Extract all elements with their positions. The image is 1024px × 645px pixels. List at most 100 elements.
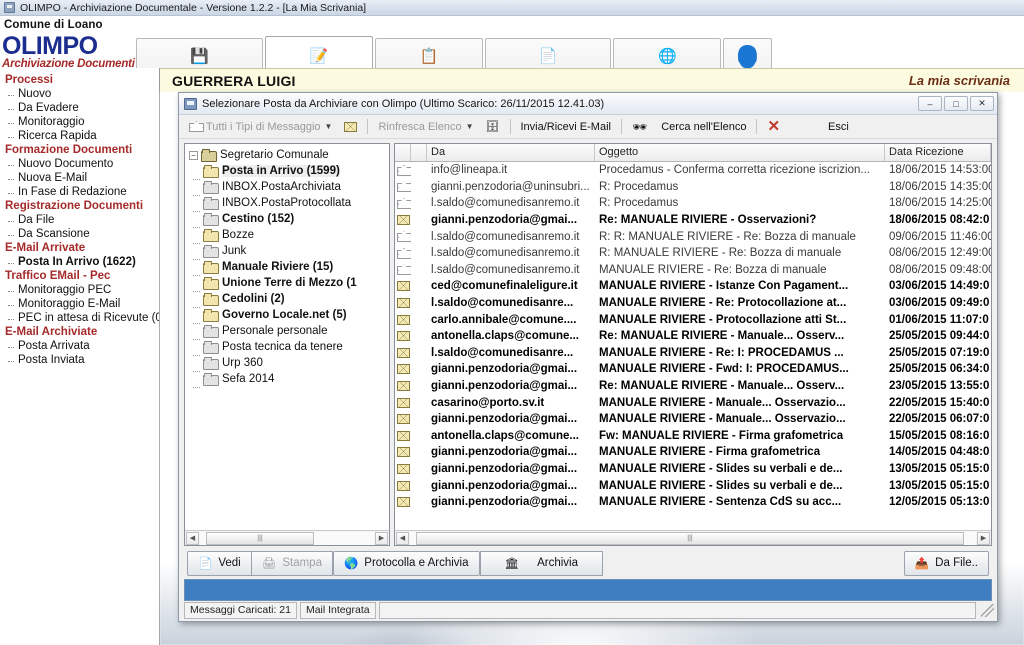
send-receive-button[interactable]: Invia/Ricevi E-Mail [515, 117, 617, 137]
hscroll-track[interactable]: ||| [410, 531, 976, 545]
sidebar-item-posta-in-arrivo[interactable]: Posta In Arrivo (1622) [4, 255, 159, 269]
from-file-button[interactable]: 📤 Da File.. [903, 550, 989, 576]
envelope-open-icon [396, 248, 411, 259]
sidebar-item-in-fase-di-redazione[interactable]: In Fase di Redazione [4, 185, 159, 199]
table-row[interactable]: casarino@porto.sv.it MANUALE RIVIERE - Ma… [395, 394, 991, 411]
hscroll-thumb[interactable]: ||| [206, 531, 314, 545]
sidebar-item-posta-inviata[interactable]: Posta Inviata [4, 353, 159, 367]
sidebar-item-monitoraggio-email[interactable]: Monitoraggio E-Mail [4, 297, 159, 311]
table-row[interactable]: l.saldo@comunedisanremo.it R: R: MANUALE … [395, 228, 991, 245]
dialog-toolbar: Tutti i Tipi di Messaggio ▼ Rinfresca El… [179, 115, 997, 139]
tree-node-posta-tecnica-da-tenere[interactable]: Posta tecnica da tenere [189, 339, 389, 356]
folder-tree-hscrollbar[interactable]: ◀ ||| ▶ [185, 530, 389, 545]
olimpo-logo: OLIMPO [2, 32, 98, 60]
search-in-list-button[interactable]: 🕶 Cerca nell'Elenco [626, 117, 753, 137]
table-row[interactable]: antonella.claps@comune... Re: MANUALE RIV… [395, 328, 991, 345]
tree-root-segretario-comunale[interactable]: − Segretario Comunale [189, 147, 389, 163]
cell-oggetto: MANUALE RIVIERE - Firma grafometrica [599, 446, 821, 459]
sidebar-item-da-evadere[interactable]: Da Evadere [4, 101, 159, 115]
tree-node-governo-locale-net[interactable]: Governo Locale.net (5) [189, 307, 389, 324]
exit-button[interactable]: ✕ Esci [761, 117, 854, 137]
sidebar-item-nuovo[interactable]: Nuovo [4, 87, 159, 101]
sidebar-item-da-scansione[interactable]: Da Scansione [4, 227, 159, 241]
unread-envelope-icon [395, 381, 411, 392]
sidebar-item-nuova-email[interactable]: Nuova E-Mail [4, 171, 159, 185]
unread-envelope-icon [395, 497, 411, 508]
table-row[interactable]: gianni.penzodoria@gmai... MANUALE RIVIERE… [395, 494, 991, 511]
cell-da: l.saldo@comunedisanre... [431, 297, 574, 310]
table-row[interactable]: l.saldo@comunedisanre... MANUALE RIVIERE … [395, 345, 991, 362]
scroll-right-arrow-icon[interactable]: ▶ [375, 531, 388, 545]
maximize-button[interactable]: □ [944, 96, 968, 111]
print-button[interactable]: 🖨 Stampa [251, 550, 333, 576]
table-row[interactable]: gianni.penzodoria@gmai... MANUALE RIVIERE… [395, 444, 991, 461]
table-row[interactable]: gianni.penzodoria@gmai... MANUALE RIVIERE… [395, 477, 991, 494]
message-list-hscrollbar[interactable]: ◀ ||| ▶ [395, 530, 991, 545]
root-folder-icon [201, 149, 217, 162]
scroll-left-arrow-icon[interactable]: ◀ [396, 531, 409, 545]
view-button[interactable]: 📄 Vedi [187, 550, 252, 576]
column-header-da[interactable]: Da [427, 144, 595, 161]
sidebar-item-monitoraggio-pec[interactable]: Monitoraggio PEC [4, 283, 159, 297]
tree-node-bozze[interactable]: Bozze [189, 227, 389, 244]
column-header-icon[interactable] [395, 144, 411, 161]
archive-button[interactable]: 🏛 Archivia [479, 550, 604, 576]
sidebar-item-ricerca-rapida[interactable]: Ricerca Rapida [4, 129, 159, 143]
tree-node-posta-in-arrivo[interactable]: Posta in Arrivo (1599) [189, 163, 389, 180]
hscroll-track[interactable]: ||| [200, 531, 374, 545]
tree-node-cedolini[interactable]: Cedolini (2) [189, 291, 389, 308]
table-row[interactable]: gianni.penzodoria@gmai... MANUALE RIVIERE… [395, 461, 991, 478]
close-button[interactable]: ✕ [970, 96, 994, 111]
table-row[interactable]: l.saldo@comunedisanremo.it MANUALE RIVIER… [395, 262, 991, 279]
table-row[interactable]: gianni.penzodoria@gmai... MANUALE RIVIERE… [395, 411, 991, 428]
minimize-button[interactable]: – [918, 96, 942, 111]
scroll-left-arrow-icon[interactable]: ◀ [186, 531, 199, 545]
sidebar-item-posta-arrivata[interactable]: Posta Arrivata [4, 339, 159, 353]
sidebar-item-pec-in-attesa[interactable]: PEC in attesa di Ricevute (0 [4, 311, 159, 325]
envelope-closed-icon [396, 463, 410, 474]
table-row[interactable]: gianni.penzodoria@gmai... Re: MANUALE RIV… [395, 378, 991, 395]
table-row[interactable]: info@lineapa.it Procedamus - Conferma cor… [395, 162, 991, 179]
table-row[interactable]: l.saldo@comunedisanremo.it R: Procedamus 1… [395, 195, 991, 212]
hscroll-thumb[interactable]: ||| [416, 531, 964, 545]
tree-node-inbox-postaprotocollata[interactable]: INBOX.PostaProtocollata [189, 195, 389, 212]
refresh-options-button[interactable]: 🗄 [480, 117, 506, 137]
tree-node-label: Cedolini (2) [222, 293, 285, 305]
table-row[interactable]: gianni.penzodoria@gmai... Re: MANUALE RIV… [395, 212, 991, 229]
tree-node-personale-personale[interactable]: Personale personale [189, 323, 389, 340]
cell-oggetto: MANUALE RIVIERE - Sentenza CdS su acc... [599, 496, 842, 509]
sidebar-item-da-file[interactable]: Da File [4, 213, 159, 227]
table-row[interactable]: ced@comunefinaleligure.it MANUALE RIVIERE… [395, 278, 991, 295]
tree-node-cestino[interactable]: Cestino (152) [189, 211, 389, 228]
sidebar-item-nuovo-documento[interactable]: Nuovo Documento [4, 157, 159, 171]
collapse-toggle-icon[interactable]: − [189, 150, 198, 160]
table-row[interactable]: carlo.annibale@comune.... MANUALE RIVIERE… [395, 311, 991, 328]
tree-node-manuale-riviere[interactable]: Manuale Riviere (15) [189, 259, 389, 276]
cell-oggetto: MANUALE RIVIERE - Slides su verbali e de… [599, 462, 843, 475]
message-type-filter[interactable]: Tutti i Tipi di Messaggio ▼ [183, 117, 338, 137]
tree-node-label: Posta tecnica da tenere [222, 341, 343, 353]
column-header-flag[interactable] [411, 144, 427, 161]
tree-node-junk[interactable]: Junk [189, 243, 389, 260]
protocol-icon: 📄 [538, 47, 558, 65]
table-row[interactable]: antonella.claps@comune... Fw: MANUALE RIV… [395, 428, 991, 445]
resize-grip-icon[interactable] [981, 603, 994, 617]
tree-node-inbox-postaarchiviata[interactable]: INBOX.PostaArchiviata [189, 179, 389, 196]
column-header-data-ricezione[interactable]: Data Ricezione [885, 144, 991, 161]
tree-node-sefa-2014[interactable]: Sefa 2014 [189, 371, 389, 388]
message-type-dropdown-button[interactable] [338, 117, 363, 137]
status-mail-integrata[interactable]: Mail Integrata [299, 601, 376, 619]
protocol-and-archive-button[interactable]: 🌎 Protocolla e Archivia [332, 550, 480, 576]
table-row[interactable]: l.saldo@comunedisanre... MANUALE RIVIERE … [395, 295, 991, 312]
column-header-oggetto[interactable]: Oggetto [595, 144, 885, 161]
table-row[interactable]: gianni.penzodoria@gmai... MANUALE RIVIERE… [395, 361, 991, 378]
cell-da: gianni.penzodoria@gmai... [431, 413, 578, 426]
refresh-list-button[interactable]: Rinfresca Elenco ▼ [372, 117, 479, 137]
scroll-right-arrow-icon[interactable]: ▶ [977, 531, 990, 545]
sidebar-item-monitoraggio[interactable]: Monitoraggio [4, 115, 159, 129]
envelope-open-icon [396, 198, 411, 209]
table-row[interactable]: gianni.penzodoria@uninsubri... R: Proceda… [395, 179, 991, 196]
tree-node-unione-terre-di-mezzo[interactable]: Unione Terre di Mezzo (1 [189, 275, 389, 292]
table-row[interactable]: l.saldo@comunedisanremo.it R: MANUALE RIV… [395, 245, 991, 262]
tree-node-urp-360[interactable]: Urp 360 [189, 355, 389, 372]
